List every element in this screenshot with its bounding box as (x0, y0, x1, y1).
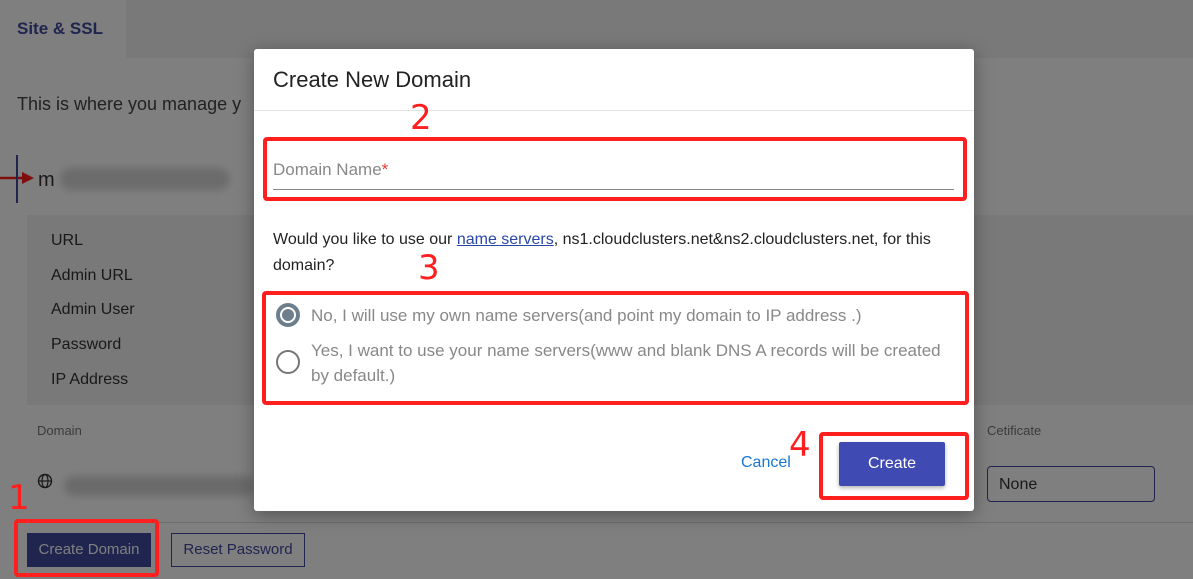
cancel-button[interactable]: Cancel (741, 454, 791, 472)
step-number-1: 1 (8, 478, 30, 518)
highlight-box-4 (819, 432, 969, 500)
name-server-question: Would you like to use our name servers, … (273, 231, 931, 274)
dialog-title-divider (254, 110, 974, 111)
highlight-box-3 (262, 291, 969, 405)
highlight-box-1 (14, 519, 159, 577)
name-servers-link[interactable]: name servers (457, 231, 554, 248)
highlight-box-2 (263, 137, 967, 201)
dialog-title: Create New Domain (273, 67, 472, 92)
step-number-4: 4 (789, 425, 811, 465)
step-number-2: 2 (410, 98, 432, 138)
step-number-3: 3 (418, 248, 440, 288)
